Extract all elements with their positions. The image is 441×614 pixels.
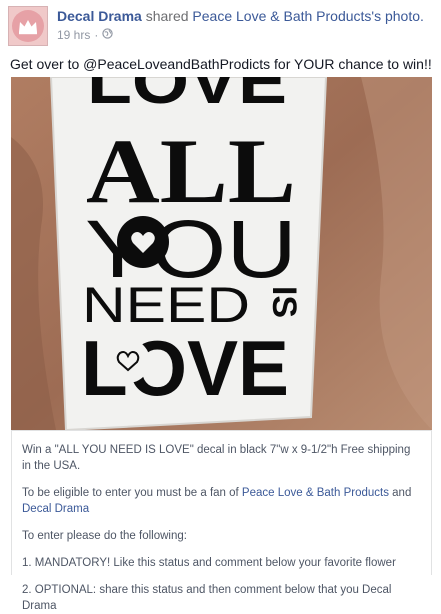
caption-link-peace-love[interactable]: Peace Love & Bath Products: [242, 487, 389, 499]
post-headline: Decal Drama shared Peace Love & Bath Pro…: [57, 7, 424, 25]
decal-word-love-top: LOVE: [87, 77, 287, 117]
decal-photo: LOVE ALL YOU NEED IS LOVE: [11, 77, 432, 430]
post-subline: 19 hrs ·: [57, 27, 424, 43]
caption-link-decal-drama[interactable]: Decal Drama: [22, 503, 89, 515]
photo-caption: Win a "ALL YOU NEED IS LOVE" decal in bl…: [11, 430, 432, 612]
post-timestamp[interactable]: 19 hrs: [57, 27, 90, 43]
separator-dot: ·: [94, 28, 99, 42]
post-meta: Decal Drama shared Peace Love & Bath Pro…: [57, 6, 424, 46]
decal-heart-icon: [117, 216, 169, 268]
page-avatar[interactable]: [8, 6, 48, 46]
author-link[interactable]: Decal Drama: [57, 8, 142, 24]
decal-heart-icon-small: [106, 339, 150, 383]
caption-paragraph-1: Win a "ALL YOU NEED IS LOVE" decal in bl…: [22, 444, 411, 472]
caption-text: To be eligible to enter you must be a fa…: [22, 487, 242, 499]
globe-icon[interactable]: [102, 27, 114, 43]
post-message: Get over to @PeaceLoveandBathProdicts fo…: [10, 56, 432, 72]
shared-photo-link[interactable]: 's photo.: [371, 8, 424, 24]
action-text: shared: [145, 8, 189, 24]
post-photo[interactable]: LOVE ALL YOU NEED IS LOVE: [11, 77, 432, 430]
post-header: Decal Drama shared Peace Love & Bath Pro…: [8, 6, 424, 46]
caption-paragraph-2: To be eligible to enter you must be a fa…: [22, 485, 418, 517]
shared-page-link[interactable]: Peace Love & Bath Products: [192, 8, 371, 24]
caption-paragraph-3: To enter please do the following:: [22, 530, 187, 542]
caption-paragraph-5: 2. OPTIONAL: share this status and then …: [22, 584, 392, 612]
caption-paragraph-4: 1. MANDATORY! Like this status and comme…: [22, 557, 396, 569]
caption-text: and: [388, 487, 412, 499]
decal-word-is: IS: [265, 286, 303, 318]
facebook-post: Decal Drama shared Peace Love & Bath Pro…: [0, 0, 441, 612]
crown-logo-icon: [12, 10, 44, 42]
